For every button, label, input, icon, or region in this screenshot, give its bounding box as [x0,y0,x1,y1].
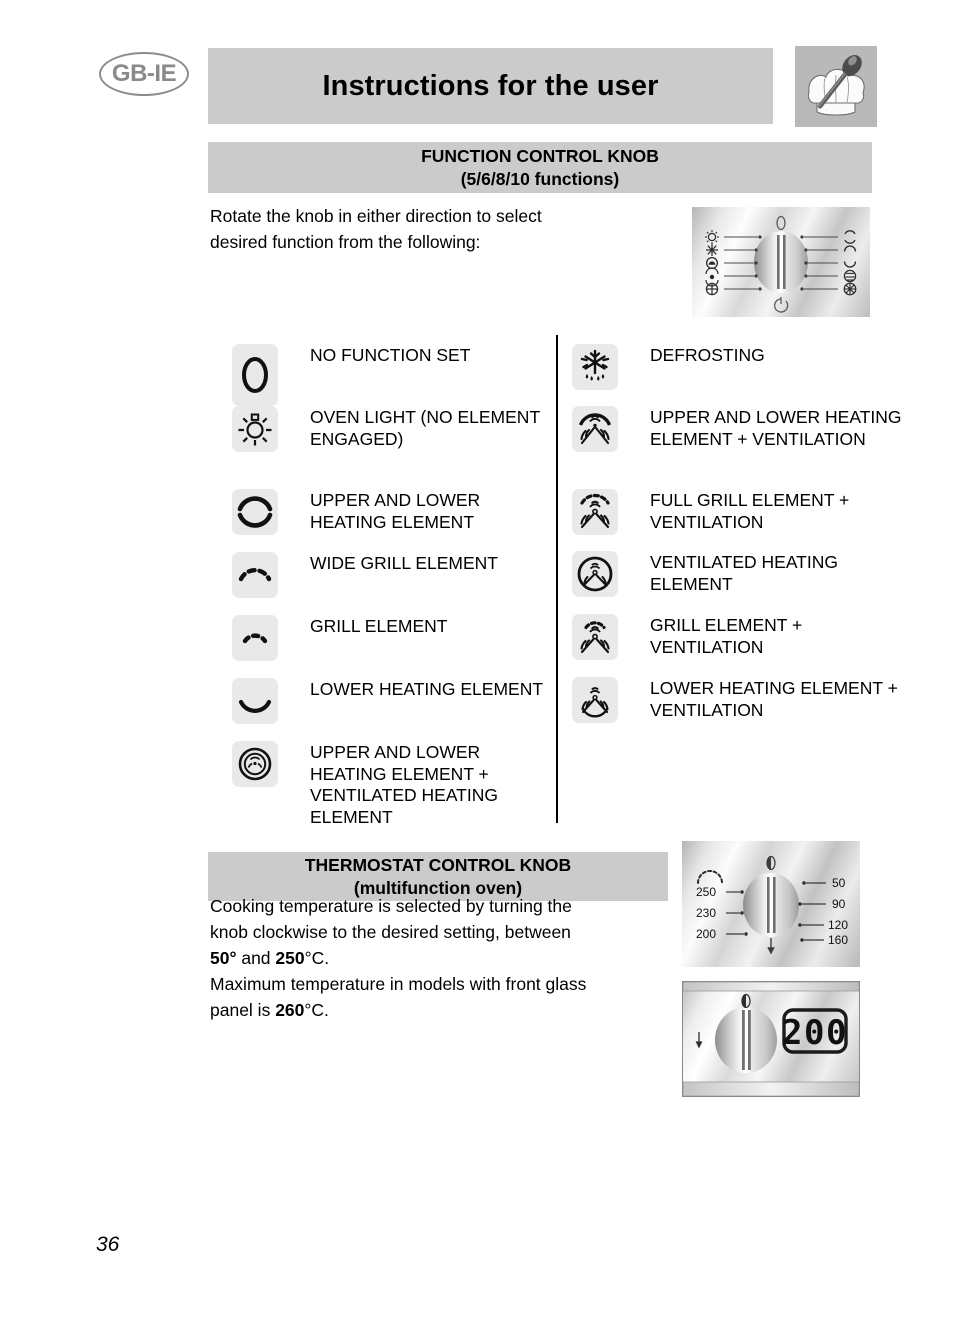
list-item: FULL GRILL ELEMENT + VENTILATION [572,489,902,535]
upper-lower-heating-icon [232,489,278,535]
function-intro-line1: Rotate the knob in either direction to s… [210,206,542,226]
function-control-knob-diagram [692,207,870,317]
thermostat-knob-diagram: 250 230 200 50 90 120 160 [682,841,860,967]
svg-text:250: 250 [696,885,716,899]
oven-light-icon [232,406,278,452]
list-item: VENTILATED HEATING ELEMENT [572,551,902,597]
list-item: GRILL ELEMENT + VENTILATION [572,614,902,660]
wide-grill-icon [232,552,278,598]
list-item: LOWER HEATING ELEMENT + VENTILATION [572,677,902,723]
thermostat-line5-prefix: panel is [210,1000,276,1020]
temp-max-value: 250 [275,948,305,968]
list-item: OVEN LIGHT (NO ELEMENT ENGAGED) [232,406,552,452]
ventilated-heating-icon [572,551,618,597]
lower-heating-icon [232,678,278,724]
svg-text:230: 230 [696,906,716,920]
list-item: NO FUNCTION SET [232,344,470,406]
display-value: 200 [782,1013,848,1053]
list-item-label: FULL GRILL ELEMENT + VENTILATION [650,490,850,532]
full-grill-ventilation-icon [572,489,618,535]
list-item: LOWER HEATING ELEMENT [232,678,543,724]
list-item-label: GRILL ELEMENT [310,616,448,636]
thermostat-heading-line1: THERMOSTAT CONTROL KNOB [304,855,572,875]
list-item-label: OVEN LIGHT (NO ELEMENT ENGAGED) [310,407,540,449]
svg-text:90: 90 [832,897,846,911]
page-title-bar: Instructions for the user [208,48,773,124]
page-header: GB-IE Instructions for the user [0,0,954,135]
thermostat-line4: Maximum temperature in models with front… [210,974,587,994]
list-item-label: UPPER AND LOWER HEATING ELEMENT + VENTIL… [650,407,902,449]
function-heading-line1: FUNCTION CONTROL KNOB [421,146,659,166]
list-item-label: WIDE GRILL ELEMENT [310,553,498,573]
page-title: Instructions for the user [322,69,659,102]
lower-heating-ventilation-icon [572,677,618,723]
thermostat-line5: panel is 260°C. [210,997,662,1023]
svg-text:120: 120 [828,918,848,932]
upper-lower-ventilated-heating-icon [232,741,278,787]
grill-ventilation-icon [572,614,618,660]
grill-icon [232,615,278,661]
list-item: DEFROSTING [572,344,765,390]
country-code-label: GB-IE [111,60,177,87]
list-item: WIDE GRILL ELEMENT [232,552,498,598]
list-item: UPPER AND LOWER HEATING ELEMENT [232,489,552,535]
temp-min-value: 50° [210,948,237,968]
list-item-label: UPPER AND LOWER HEATING ELEMENT [310,490,481,532]
thermostat-line3-mid: and [236,948,276,968]
list-item-label: UPPER AND LOWER HEATING ELEMENT + VENTIL… [310,742,498,827]
svg-text:200: 200 [696,927,716,941]
list-item: UPPER AND LOWER HEATING ELEMENT + VENTIL… [572,406,902,452]
list-item-label: DEFROSTING [650,345,765,365]
list-item-label: NO FUNCTION SET [310,345,471,365]
list-item-label: LOWER HEATING ELEMENT + VENTILATION [650,678,898,720]
thermostat-line1: Cooking temperature is selected by turni… [210,896,572,916]
list-item-label: LOWER HEATING ELEMENT [310,679,544,699]
function-intro-text: Rotate the knob in either direction to s… [210,203,662,255]
defrosting-icon [572,344,618,390]
chef-hat-spoon-icon [795,46,877,127]
temp-glass-max-value: 260 [275,1000,305,1020]
upper-lower-heating-ventilation-icon [572,406,618,452]
list-item: GRILL ELEMENT [232,615,447,661]
list-item-label: VENTILATED HEATING ELEMENT [650,552,838,594]
thermostat-line5-suffix: °C. [304,1000,329,1020]
thermostat-line3: 50° and 250°C. [210,945,662,971]
function-list: NO FUNCTION SET OVEN LIGHT (NO ELEMENT E… [0,330,954,830]
function-heading-line2: (5/6/8/10 functions) [460,169,620,189]
list-item: UPPER AND LOWER HEATING ELEMENT + VENTIL… [232,741,552,828]
svg-text:50: 50 [832,876,846,890]
no-function-set-icon [232,344,278,406]
thermostat-body-text: Cooking temperature is selected by turni… [210,893,662,1023]
svg-text:160: 160 [828,933,848,947]
function-knob-section-heading: FUNCTION CONTROL KNOB (5/6/8/10 function… [208,142,872,193]
thermostat-line2: knob clockwise to the desired setting, b… [210,922,571,942]
thermostat-line3-suffix: °C. [304,948,330,968]
list-item-label: GRILL ELEMENT + VENTILATION [650,615,803,657]
country-code-badge: GB-IE [99,52,189,96]
page-number: 36 [96,1233,120,1256]
function-intro-line2: desired function from the following: [210,232,481,252]
digital-display-panel: 200 [682,981,860,1097]
